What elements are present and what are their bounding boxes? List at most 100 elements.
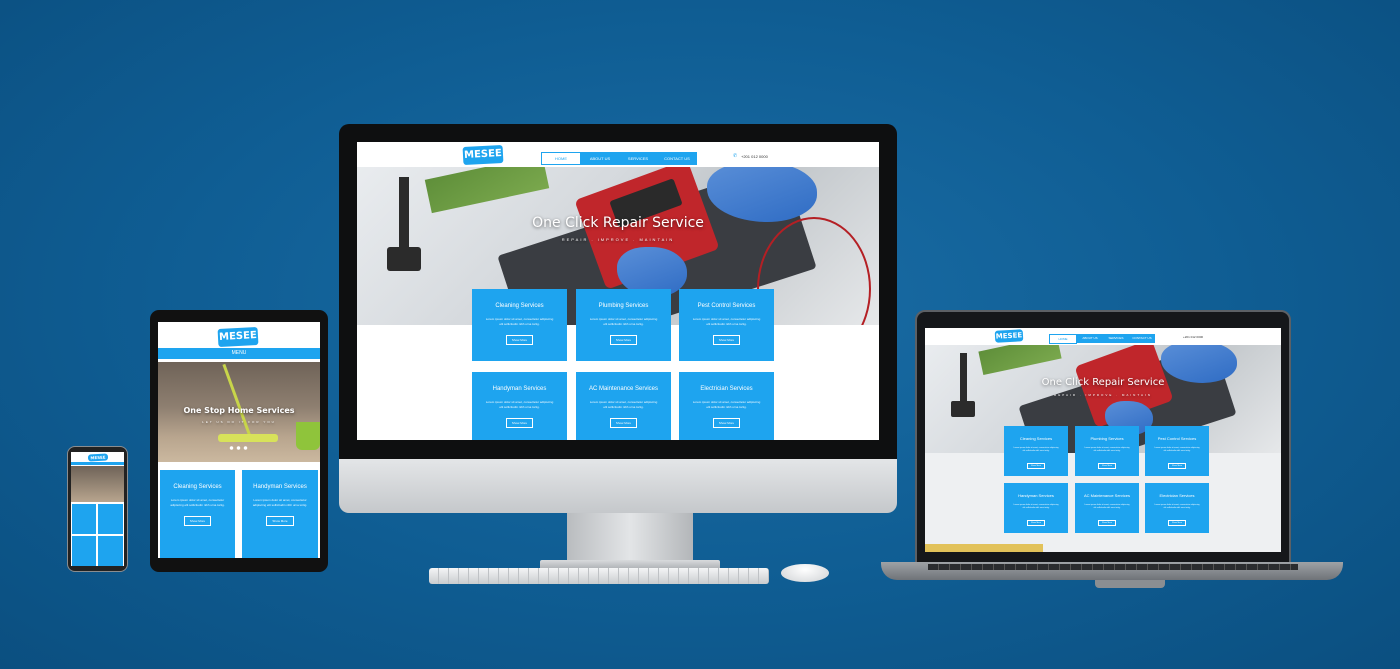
card-desc: Lorem ipsum dolor sit amet, consectetur … [485,400,554,409]
phone-card-2 [98,504,123,534]
laptop-nav-services[interactable]: SERVICES [1103,334,1129,343]
card-title: Plumbing Services [598,303,649,309]
tablet-card-cleaning: Cleaning Services Lorem ipsum dolor sit … [160,470,235,558]
keyboard [429,568,769,584]
desktop-card-cleaning: Cleaning Services Lorem ipsum dolor sit … [472,289,567,361]
card-title: AC Maintenance Services [1083,493,1131,498]
card-show-more-button[interactable]: Show More [1167,520,1187,526]
card-title: Electrician Services [700,386,753,392]
desktop-nav-about[interactable]: ABOUT US [581,152,619,165]
laptop-card-plumbing: Plumbing Services Lorem ipsum dolor sit … [1075,426,1139,476]
desktop-phone-icon: ✆ [733,153,738,159]
laptop-nav-home[interactable]: HOME [1049,334,1077,344]
card-show-more-button[interactable]: Show More [712,335,741,345]
card-desc: Lorem ipsum dolor sit amet, consectetur … [1154,447,1200,452]
card-show-more-button[interactable]: Show More [1167,463,1187,469]
helping-hand-base [951,401,975,417]
card-desc: Lorem ipsum dolor sit amet, consectetur … [692,400,761,409]
phone-screen: MESEE [71,452,124,566]
laptop-card-ac-maintenance: AC Maintenance Services Lorem ipsum dolo… [1075,483,1139,533]
card-show-more-button[interactable]: Show More [505,418,534,428]
tablet-card-handyman: Handyman Services Lorem ipsum dolor sit … [242,470,318,558]
card-show-more-button[interactable]: Show More [1026,520,1046,526]
card-desc: Lorem ipsum dolor sit amet, consectetur … [1084,504,1130,509]
laptop-card-electrician: Electrician Services Lorem ipsum dolor s… [1145,483,1209,533]
card-title: Electrician Services [1159,493,1195,498]
card-title: AC Maintenance Services [588,386,659,392]
tablet-menu-button[interactable]: MENU [158,348,320,359]
card-desc: Lorem ipsum dolor sit amet, consectetur … [170,498,225,507]
mop-head [218,434,278,442]
card-show-more-button[interactable]: Show More [712,418,741,428]
card-title: Handyman Services [1018,493,1054,498]
card-desc: Lorem ipsum dolor sit amet, consectetur … [589,317,658,326]
card-desc: Lorem ipsum dolor sit amet, consectetur … [1084,447,1130,452]
desktop-card-ac-maintenance: AC Maintenance Services Lorem ipsum dolo… [576,372,671,440]
desktop-screen: MESEE HOME ABOUT US SERVICES CONTACT US … [357,142,879,440]
desktop-nav-home[interactable]: HOME [541,152,581,165]
desktop-nav-contact[interactable]: CONTACT US [657,152,697,165]
tablet-screen: MESEE MENU One Stop Home Services LET US… [158,322,320,558]
card-desc: Lorem ipsum dolor sit amet, consectetur … [1154,504,1200,509]
bucket [296,422,320,450]
laptop-logo[interactable]: MESEE [994,329,1024,343]
card-desc: Lorem ipsum dolor sit amet, consectetur … [252,498,308,507]
monitor-chin [339,458,897,513]
laptop-header: MESEE HOME ABOUT US SERVICES CONTACT US … [925,328,1281,345]
phone-card-3 [72,536,96,566]
slider-dots [228,446,250,450]
tablet-logo[interactable]: MESEE [217,326,259,348]
laptop-hero-subtitle: REPAIR . IMPROVE . MAINTAIN [1054,393,1152,397]
phone-card-4 [98,536,123,566]
card-show-more-button[interactable]: Show More [1097,463,1117,469]
card-title: Pest Control Services [1157,436,1197,441]
laptop-nav-contact[interactable]: CONTACT US [1129,334,1155,343]
card-show-more-button[interactable]: Show More [266,516,294,526]
desktop-card-plumbing: Plumbing Services Lorem ipsum dolor sit … [576,289,671,361]
card-desc: Lorem ipsum dolor sit amet, consectetur … [589,400,658,409]
desktop-nav-services[interactable]: SERVICES [619,152,657,165]
card-title: Pest Control Services [697,303,756,309]
laptop-card-pest-control: Pest Control Services Lorem ipsum dolor … [1145,426,1209,476]
tablet-hero-subtitle: LET US DO IT FOR YOU [202,420,276,424]
laptop-trackpad [1095,580,1165,588]
mouse [781,564,829,582]
desktop-hero-title: One Click Repair Service [532,215,704,231]
phone-menu-button[interactable] [71,462,124,465]
desktop-logo[interactable]: MESEE [462,144,504,166]
phone-card-1 [72,504,96,534]
helping-hand-base [387,247,421,271]
card-desc: Lorem ipsum dolor sit amet, consectetur … [692,317,761,326]
card-show-more-button[interactable]: Show More [1026,463,1046,469]
laptop-keyboard-deck [928,564,1298,570]
card-desc: Lorem ipsum dolor sit amet, consectetur … [485,317,554,326]
laptop-screen: MESEE HOME ABOUT US SERVICES CONTACT US … [925,328,1281,552]
tablet-hero-image: One Stop Home Services LET US DO IT FOR … [158,362,320,462]
card-title: Plumbing Services [1090,436,1124,441]
desktop-header: MESEE HOME ABOUT US SERVICES CONTACT US … [357,142,879,167]
card-title: Cleaning Services [173,484,222,490]
tablet-hero-title: One Stop Home Services [183,406,295,415]
phone-hero-image [71,466,124,502]
mop-handle [222,363,253,441]
card-title: Handyman Services [492,386,547,392]
card-show-more-button[interactable]: Show More [1097,520,1117,526]
card-desc: Lorem ipsum dolor sit amet, consectetur … [1013,447,1059,452]
desktop-phone-number[interactable]: +201 012 0000 [741,154,768,159]
laptop-card-cleaning: Cleaning Services Lorem ipsum dolor sit … [1004,426,1068,476]
desktop-hero-subtitle: REPAIR . IMPROVE . MAINTAIN [561,237,675,242]
card-show-more-button[interactable]: Show More [505,335,534,345]
pcb-board [424,167,550,214]
pcb-board [978,345,1062,376]
card-show-more-button[interactable]: Show More [609,335,638,345]
phone-logo[interactable]: MESEE [87,453,109,462]
card-title: Handyman Services [253,484,307,490]
card-title: Cleaning Services [495,303,544,309]
card-show-more-button[interactable]: Show More [183,516,212,526]
laptop-footer-strip [925,544,1043,552]
laptop-hero-title: One Click Repair Service [1041,377,1165,388]
card-show-more-button[interactable]: Show More [609,418,638,428]
laptop-phone-number[interactable]: +201 012 0000 [1183,335,1203,339]
laptop-nav-about[interactable]: ABOUT US [1077,334,1103,343]
desktop-card-handyman: Handyman Services Lorem ipsum dolor sit … [472,372,567,440]
